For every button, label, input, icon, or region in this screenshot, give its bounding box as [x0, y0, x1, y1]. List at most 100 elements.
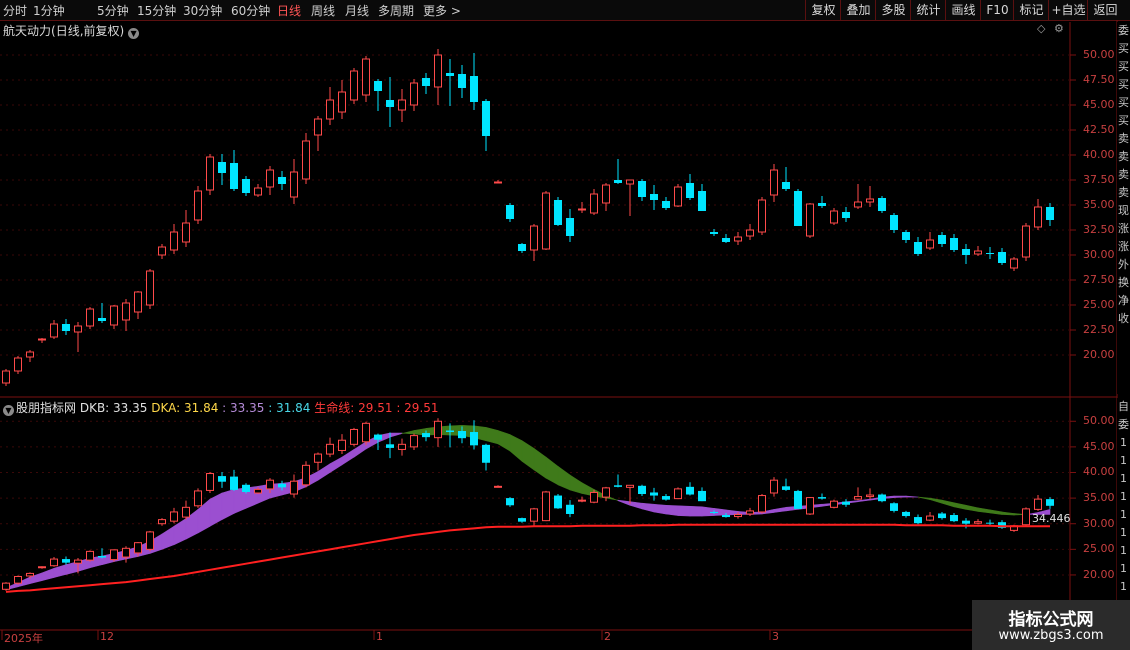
- indicator-candle: [1022, 507, 1030, 527]
- candle-body: [986, 253, 994, 254]
- candle-body: [2, 582, 10, 590]
- price-candle: [614, 159, 622, 184]
- dk-band-segment: [389, 432, 403, 438]
- candle-body: [542, 491, 550, 522]
- indicator-candle: [614, 474, 622, 488]
- candle-body: [614, 180, 622, 183]
- candle-body: [110, 549, 118, 561]
- candle-body: [170, 231, 178, 251]
- indicator-candle: [542, 490, 550, 522]
- dk-band-segment: [329, 456, 343, 474]
- candle-body: [950, 238, 958, 250]
- price-candle: [206, 154, 214, 195]
- indicator-candle: [854, 487, 862, 501]
- candle-body: [626, 179, 634, 185]
- indicator-candle: [566, 500, 574, 518]
- candle-body: [878, 494, 886, 502]
- indicator-candle: [878, 493, 886, 503]
- indicator-candle: [830, 499, 838, 509]
- price-candle: [962, 244, 970, 264]
- candle-body: [590, 491, 598, 503]
- price-candle: [974, 246, 982, 256]
- price-candle: [782, 167, 790, 191]
- price-candle: [494, 180, 502, 184]
- candle-body: [962, 249, 970, 255]
- y-tick-label: 22.50: [1083, 323, 1115, 336]
- price-candle: [938, 232, 946, 247]
- price-candle: [602, 183, 610, 211]
- candle-body: [830, 210, 838, 224]
- candle-body: [458, 431, 466, 439]
- price-candle: [50, 320, 58, 339]
- candle-body: [662, 496, 670, 500]
- candle-body: [494, 485, 502, 488]
- indicator-candle: [182, 500, 190, 520]
- indicator-candle: [518, 517, 526, 523]
- candle-body: [350, 70, 358, 101]
- dk-band-segment: [629, 501, 643, 510]
- indicator-candle: [926, 511, 934, 522]
- price-candle: [530, 224, 538, 261]
- candle-body: [434, 420, 442, 439]
- candle-body: [218, 162, 226, 173]
- candle-body: [842, 212, 850, 218]
- candle-body: [842, 501, 850, 505]
- candle-body: [14, 357, 22, 372]
- dk-band-segment: [53, 564, 67, 578]
- candle-body: [14, 575, 22, 584]
- candle-body: [602, 184, 610, 204]
- indicator-candle: [194, 488, 202, 508]
- dk-band-segment: [521, 440, 535, 471]
- candle-body: [170, 511, 178, 522]
- candle-body: [158, 246, 166, 256]
- candle-body: [674, 186, 682, 207]
- chart-canvas[interactable]: [0, 0, 1130, 650]
- candle-body: [938, 513, 946, 519]
- strip-char: 自: [1118, 400, 1129, 413]
- price-candle: [842, 207, 850, 222]
- indicator-candle: [362, 421, 370, 446]
- price-candle: [62, 319, 70, 335]
- strip-char: 收: [1118, 312, 1129, 325]
- candle-body: [278, 177, 286, 184]
- candle-body: [146, 270, 154, 306]
- candle-body: [974, 521, 982, 524]
- price-candle: [242, 176, 250, 196]
- price-candle: [410, 79, 418, 111]
- candle-body: [818, 497, 826, 499]
- candle-body: [338, 91, 346, 113]
- candle-body: [470, 432, 478, 446]
- candle-body: [362, 58, 370, 96]
- dk-band-segment: [977, 507, 991, 514]
- candle-body: [326, 99, 334, 120]
- indicator-candle: [758, 494, 766, 514]
- candle-body: [386, 444, 394, 448]
- price-candle: [770, 164, 778, 202]
- candle-body: [62, 559, 70, 563]
- candle-body: [74, 559, 82, 564]
- price-candle: [98, 303, 106, 323]
- candle-body: [866, 198, 874, 203]
- dk-band-segment: [497, 430, 511, 452]
- candle-body: [374, 434, 382, 440]
- indicator-candle: [746, 507, 754, 517]
- price-candle: [566, 209, 574, 242]
- indicator-candle: [398, 438, 406, 456]
- strip-char: 涨: [1118, 222, 1129, 235]
- candle-body: [38, 338, 46, 341]
- watermark: 指标公式网 www.zbgs3.com: [972, 600, 1130, 650]
- y-tick-label: 35.00: [1083, 491, 1115, 505]
- price-candle: [14, 356, 22, 374]
- candle-body: [542, 192, 550, 250]
- price-candle: [470, 53, 478, 110]
- price-candle: [734, 232, 742, 245]
- candle-body: [146, 531, 154, 550]
- price-candle: [746, 224, 754, 240]
- indicator-candle: [974, 519, 982, 525]
- candle-body: [830, 500, 838, 508]
- price-candle: [1022, 223, 1030, 261]
- quote-side-strip-lower: 自委 1 1 1 1 1 1 1 1 1: [1117, 398, 1130, 628]
- dk-band-segment: [701, 506, 715, 517]
- price-candle: [326, 87, 334, 125]
- indicator-candle: [998, 520, 1006, 529]
